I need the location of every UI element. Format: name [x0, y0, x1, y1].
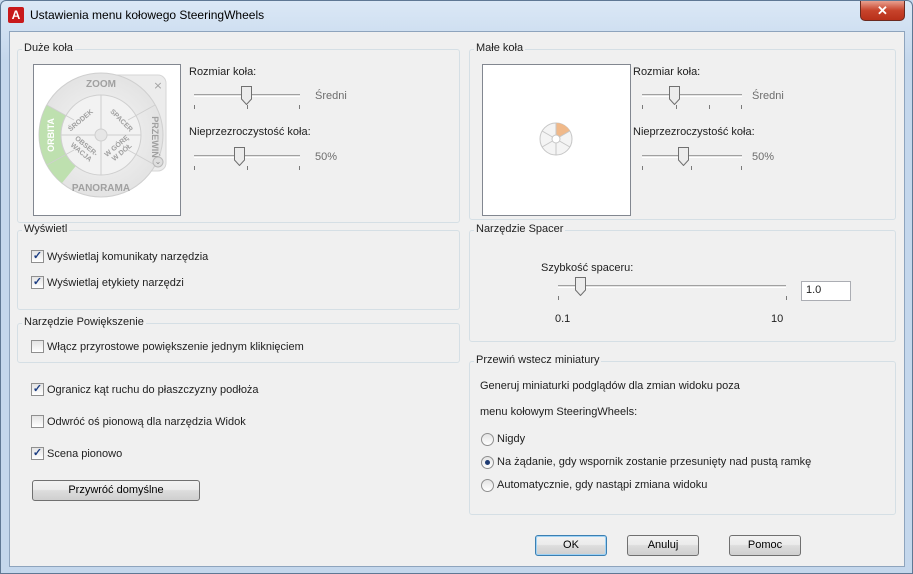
show-labels-label[interactable]: Wyświetlaj etykiety narzędzi [47, 277, 184, 289]
mini-wheel-preview [482, 64, 631, 216]
constrain-orbit-label[interactable]: Ogranicz kąt ruchu do płaszczyzny podłoż… [47, 384, 259, 396]
rewind-auto-label[interactable]: Automatycznie, gdy nastąpi zmiana widoku [497, 479, 707, 491]
display-group: Wyświetl ✓ Wyświetlaj komunikaty narzędz… [17, 223, 460, 310]
cancel-button[interactable]: Anuluj [627, 535, 699, 556]
autocad-app-icon: A [8, 7, 24, 23]
dialog-window: A Ustawienia menu kołowego SteeringWheel… [0, 0, 913, 574]
wheel-label-rewind: PRZEWIŃ [150, 116, 160, 158]
rewind-description-line1: Generuj miniaturki podglądów dla zmian w… [480, 380, 740, 392]
incremental-zoom-label[interactable]: Włącz przyrostowe powiększenie jednym kl… [47, 341, 304, 353]
walk-speed-slider-thumb[interactable] [575, 277, 586, 297]
mini-wheels-group: Małe koła Rozmiar koła: Średni Nieprzezr… [469, 42, 896, 220]
close-button[interactable]: ✕ [860, 1, 905, 21]
rewind-never-label[interactable]: Nigdy [497, 433, 525, 445]
keep-upright-label[interactable]: Scena pionowo [47, 448, 122, 460]
rewind-auto-radio[interactable] [481, 479, 494, 492]
constrain-orbit-checkbox[interactable]: ✓ [31, 383, 44, 396]
mini-wheel-size-slider-track[interactable] [642, 94, 742, 97]
mini-wheel-opacity-slider-track[interactable] [642, 155, 742, 158]
walk-speed-min: 0.1 [555, 313, 571, 325]
mini-wheel-opacity-slider-thumb[interactable] [678, 147, 689, 167]
restore-defaults-button[interactable]: Przywróć domyślne [32, 480, 200, 501]
big-wheel-opacity-slider-track[interactable] [194, 155, 300, 158]
display-group-title: Wyświetl [22, 223, 70, 235]
big-wheel-size-label: Rozmiar koła: [189, 66, 257, 78]
mini-wheel-size-value: Średni [752, 90, 784, 102]
mini-navigation-wheel-icon [539, 122, 573, 156]
show-messages-label[interactable]: Wyświetlaj komunikaty narzędzia [47, 251, 208, 263]
incremental-zoom-checkbox[interactable] [31, 340, 44, 353]
invert-vertical-checkbox[interactable] [31, 415, 44, 428]
big-wheel-size-value: Średni [315, 90, 347, 102]
rewind-thumbnails-group-title: Przewiń wstecz miniatury [474, 354, 602, 366]
walk-speed-max: 10 [771, 313, 784, 325]
walk-tool-group: Narzędzie Spacer Szybkość spaceru: 0.1 1… [469, 223, 896, 342]
window-title: Ustawienia menu kołowego SteeringWheels [30, 8, 265, 22]
wheel-label-zoom: ZOOM [86, 79, 116, 90]
rewind-never-radio[interactable] [481, 433, 494, 446]
wheel-close-icon: × [153, 79, 162, 92]
mini-wheels-group-title: Małe koła [474, 42, 526, 54]
ok-button[interactable]: OK [535, 535, 607, 556]
help-button[interactable]: Pomoc [729, 535, 801, 556]
dialog-client-area: Duże koła ZOOM PANORAMA ORBITA PRZEWIŃ Ś… [9, 31, 905, 567]
full-navigation-wheel-icon: ZOOM PANORAMA ORBITA PRZEWIŃ ŚRODEK SPAC… [38, 72, 167, 198]
invert-vertical-label[interactable]: Odwróć oś pionową dla narzędzia Widok [47, 416, 246, 428]
big-wheel-opacity-label: Nieprzezroczystość koła: [189, 126, 311, 138]
big-wheels-group-title: Duże koła [22, 42, 75, 54]
big-wheels-group: Duże koła ZOOM PANORAMA ORBITA PRZEWIŃ Ś… [17, 42, 460, 223]
zoom-tool-group-title: Narzędzie Powiększenie [22, 316, 146, 328]
mini-wheel-opacity-label: Nieprzezroczystość koła: [633, 126, 755, 138]
rewind-on-demand-label[interactable]: Na żądanie, gdy wspornik zostanie przesu… [497, 456, 811, 468]
walk-tool-group-title: Narzędzie Spacer [474, 223, 566, 235]
title-bar[interactable]: A Ustawienia menu kołowego SteeringWheel… [1, 1, 912, 29]
big-wheel-size-slider-thumb[interactable] [241, 86, 252, 106]
big-wheel-opacity-slider-thumb[interactable] [234, 147, 245, 167]
rewind-description-line2: menu kołowym SteeringWheels: [480, 406, 638, 418]
zoom-tool-group: Narzędzie Powiększenie Włącz przyrostowe… [17, 316, 460, 363]
walk-speed-input[interactable]: 1.0 [801, 281, 851, 301]
walk-speed-slider-track[interactable] [558, 285, 786, 288]
keep-upright-checkbox[interactable]: ✓ [31, 447, 44, 460]
rewind-on-demand-radio[interactable] [481, 456, 494, 469]
mini-wheel-size-slider-thumb[interactable] [669, 86, 680, 106]
show-labels-checkbox[interactable]: ✓ [31, 276, 44, 289]
walk-speed-label: Szybkość spaceru: [541, 262, 634, 274]
mini-wheel-size-label: Rozmiar koła: [633, 66, 701, 78]
mini-wheel-opacity-value: 50% [752, 151, 775, 163]
wheel-menu-chevron-icon: ⌄ [155, 157, 162, 166]
wheel-label-orbit: ORBITA [46, 118, 56, 152]
wheel-label-panorama: PANORAMA [72, 183, 130, 194]
rewind-thumbnails-group: Przewiń wstecz miniatury Generuj miniatu… [469, 354, 896, 515]
show-messages-checkbox[interactable]: ✓ [31, 250, 44, 263]
big-wheel-opacity-value: 50% [315, 151, 338, 163]
big-wheel-preview: ZOOM PANORAMA ORBITA PRZEWIŃ ŚRODEK SPAC… [33, 64, 181, 216]
